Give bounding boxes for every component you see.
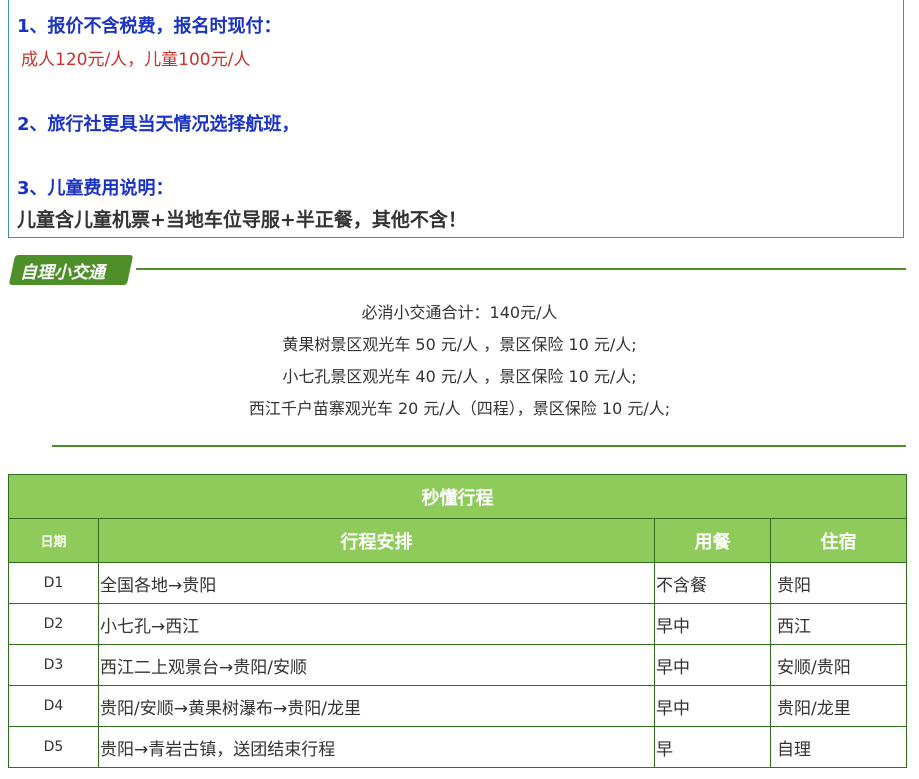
transport-line-total: 必消小交通合计：140元/人 (361, 303, 558, 322)
header-day: 日期 (8, 518, 99, 563)
row-meals: 早 (654, 726, 771, 768)
row-meals: 早中 (654, 644, 771, 686)
notice-line-1: 1、报价不含税费，报名时现付： (17, 16, 282, 37)
itinerary-table: 秒懂行程 日期 行程安排 用餐 住宿 D1 全国各地→贵阳 不含餐 贵阳 D2 … (8, 474, 907, 768)
row-meals: 早中 (654, 603, 771, 645)
table-row: D1 全国各地→贵阳 不含餐 贵阳 (8, 562, 907, 604)
row-lodging: 自理 (770, 726, 907, 768)
row-day: D3 (8, 644, 99, 686)
notice-line-2: 2、旅行社更具当天情况选择航班， (17, 114, 300, 135)
row-day: D1 (8, 562, 99, 604)
table-row: D5 贵阳→青岩古镇，送团结束行程 早 自理 (8, 726, 907, 768)
row-day: D4 (8, 685, 99, 727)
row-lodging: 贵阳/龙里 (770, 685, 907, 727)
transport-line-xijiang: 西江千户苗寨观光车 20 元/人（四程），景区保险 10 元/人; (248, 399, 671, 418)
transport-line-xiaoqikong: 小七孔景区观光车 40 元/人 ，景区保险 10 元/人; (282, 367, 637, 386)
row-meals: 早中 (654, 685, 771, 727)
fee-notice-box: 1、报价不含税费，报名时现付： 成人120元/人，儿童100元/人 2、旅行社更… (8, 0, 904, 238)
table-row: D4 贵阳/安顺→黄果树瀑布→贵阳/龙里 早中 贵阳/龙里 (8, 685, 907, 727)
header-meals: 用餐 (654, 518, 771, 563)
itinerary-title: 秒懂行程 (8, 474, 907, 519)
row-day: D5 (8, 726, 99, 768)
itinerary-header-row: 日期 行程安排 用餐 住宿 (8, 518, 907, 563)
header-plan: 行程安排 (98, 518, 655, 563)
row-meals: 不含餐 (654, 562, 771, 604)
row-day: D2 (8, 603, 99, 645)
row-plan: 贵阳/安顺→黄果树瀑布→贵阳/龙里 (98, 685, 655, 727)
section-bottom-divider (52, 445, 906, 447)
notice-child-fee-line: 儿童含儿童机票+当地车位导服+半正餐，其他不含！ (17, 209, 467, 231)
row-plan: 贵阳→青岩古镇，送团结束行程 (98, 726, 655, 768)
section-title: 自理小交通 (20, 263, 105, 283)
table-row: D2 小七孔→西江 早中 西江 (8, 603, 907, 645)
row-lodging: 贵阳 (770, 562, 907, 604)
transport-line-huangguoshu: 黄果树景区观光车 50 元/人 ，景区保险 10 元/人; (282, 335, 637, 354)
row-plan: 全国各地→贵阳 (98, 562, 655, 604)
row-lodging: 安顺/贵阳 (770, 644, 907, 686)
row-lodging: 西江 (770, 603, 907, 645)
header-lodging: 住宿 (770, 518, 907, 563)
row-plan: 小七孔→西江 (98, 603, 655, 645)
transport-section-header: 自理小交通 (8, 255, 906, 285)
row-plan: 西江二上观景台→贵阳/安顺 (98, 644, 655, 686)
notice-price-line: 成人120元/人，儿童100元/人 (21, 50, 251, 70)
section-divider (136, 268, 906, 270)
itinerary-title-row: 秒懂行程 (8, 474, 907, 519)
table-row: D3 西江二上观景台→贵阳/安顺 早中 安顺/贵阳 (8, 644, 907, 686)
notice-line-3: 3、儿童费用说明： (17, 178, 174, 199)
